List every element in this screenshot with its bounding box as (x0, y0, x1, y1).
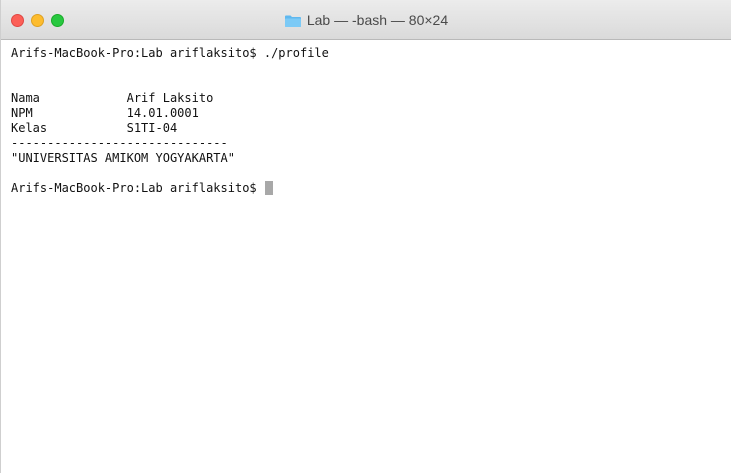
terminal-line-divider: ------------------------------ (11, 136, 228, 150)
terminal-line-university: "UNIVERSITAS AMIKOM YOGYAKARTA" (11, 151, 235, 165)
window-title: Lab — -bash — 80×24 (306, 12, 449, 28)
terminal-prompt: Arifs-MacBook-Pro:Lab ariflaksito$ (11, 181, 264, 195)
block-cursor (264, 181, 273, 195)
terminal-line-kelas: Kelas S1TI-04 (11, 121, 178, 135)
terminal-line-nama: Nama Arif Laksito (11, 91, 214, 105)
terminal-line-npm: NPM 14.01.0001 (11, 106, 199, 120)
window-title-area: Lab — -bash — 80×24 (1, 0, 731, 40)
terminal-prompt-line[interactable]: Arifs-MacBook-Pro:Lab ariflaksito$ (11, 181, 721, 196)
terminal-line-command: Arifs-MacBook-Pro:Lab ariflaksito$ ./pro… (11, 46, 329, 60)
title-bar[interactable]: Lab — -bash — 80×24 (1, 0, 731, 40)
terminal-output[interactable]: Arifs-MacBook-Pro:Lab ariflaksito$ ./pro… (11, 40, 721, 473)
folder-icon (284, 14, 301, 27)
terminal-window: Lab — -bash — 80×24 Arifs-MacBook-Pro:La… (0, 0, 731, 473)
